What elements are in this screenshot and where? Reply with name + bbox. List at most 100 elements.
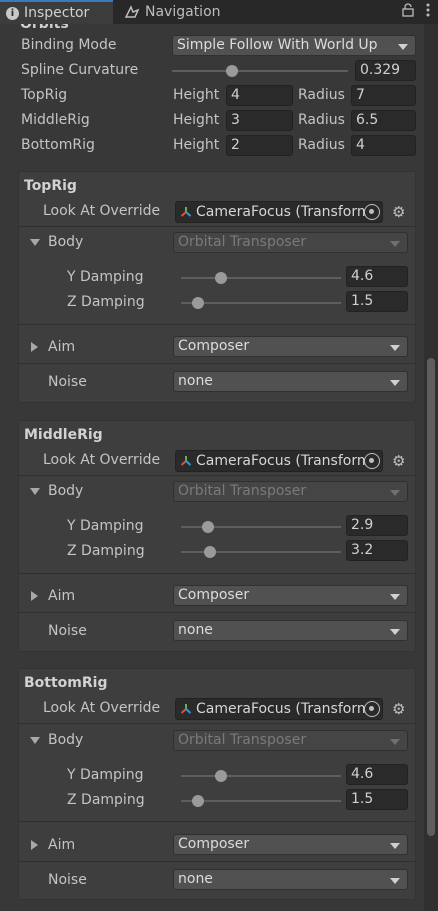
noise-dropdown[interactable]: none [173,371,408,392]
middle-rig-radius-field[interactable]: 6.5 [351,110,416,131]
chevron-down-icon [390,739,400,745]
divider [18,573,416,574]
radius-label: Radius [298,87,345,103]
z-damping-slider-knob[interactable] [192,297,204,309]
y-damping-label: Y Damping [67,518,144,534]
z-damping-label: Z Damping [67,543,145,559]
spline-slider-track[interactable] [172,70,348,72]
scrollbar-thumb[interactable] [427,358,435,836]
gear-icon[interactable]: ⚙ [392,454,405,469]
aim-value: Composer [178,338,250,354]
spline-curvature-label: Spline Curvature [21,62,139,78]
binding-mode-dropdown[interactable]: Simple Follow With World Up [172,35,416,56]
vertical-scrollbar[interactable] [424,24,438,911]
aim-foldout-arrow-icon[interactable] [31,840,38,850]
aim-foldout-arrow-icon[interactable] [31,591,38,601]
y-damping-field[interactable]: 4.6 [346,266,408,287]
tab-inspector-label: Inspector [24,5,90,21]
z-damping-slider-knob[interactable] [204,546,216,558]
aim-dropdown[interactable]: Composer [173,585,408,606]
rig-title: TopRig [24,178,77,194]
rig-title: BottomRig [24,675,108,691]
aim-dropdown[interactable]: Composer [173,834,408,855]
noise-label: Noise [48,872,87,888]
transform-icon [180,207,192,217]
body-foldout-arrow-icon[interactable] [30,737,40,744]
orbit-row-label: BottomRig [21,137,95,153]
z-damping-slider-track[interactable] [181,302,341,304]
z-damping-field[interactable]: 3.2 [346,540,408,561]
chevron-down-icon [390,629,400,635]
z-damping-field[interactable]: 1.5 [346,291,408,312]
aim-value: Composer [178,587,250,603]
body-value: Orbital Transposer [178,483,307,499]
aim-label[interactable]: Aim [48,339,75,355]
gear-icon[interactable]: ⚙ [392,702,405,717]
aim-label[interactable]: Aim [48,837,75,853]
object-picker-icon[interactable] [364,204,380,220]
body-foldout-arrow-icon[interactable] [30,488,40,495]
top-rig-radius-field[interactable]: 7 [351,85,416,106]
look-at-override-field[interactable]: CameraFocus (Transform) [175,201,383,223]
y-damping-label: Y Damping [67,767,144,783]
y-damping-slider-knob[interactable] [215,272,227,284]
bottom-rig-height-field[interactable]: 2 [226,135,293,156]
z-damping-slider-knob[interactable] [192,795,204,807]
body-dropdown: Orbital Transposer [173,481,408,502]
transform-icon [180,704,192,714]
aim-label[interactable]: Aim [48,588,75,604]
noise-value: none [178,622,213,638]
object-picker-icon[interactable] [364,453,380,469]
spline-slider-knob[interactable] [226,65,238,77]
bottom-rig-radius-field[interactable]: 4 [351,135,416,156]
y-damping-label: Y Damping [67,269,144,285]
look-at-override-field[interactable]: CameraFocus (Transform) [175,450,383,472]
body-value: Orbital Transposer [178,234,307,250]
y-damping-slider-knob[interactable] [202,521,214,533]
tab-navigation[interactable]: Navigation [124,0,221,24]
aim-dropdown[interactable]: Composer [173,336,408,357]
divider [18,475,416,476]
inspector-content: Orbits Binding Mode Simple Follow With W… [0,24,424,911]
chevron-down-icon [390,345,400,351]
middle-rig-height-field[interactable]: 3 [226,110,293,131]
look-at-override-value: CameraFocus (Transform) [196,453,376,469]
orbit-row-label: MiddleRig [21,112,90,128]
y-damping-slider-track[interactable] [181,775,341,777]
window-tab-bar: i Inspector Navigation [0,0,438,24]
y-damping-slider-knob[interactable] [215,770,227,782]
tab-tools [402,2,430,22]
look-at-override-label: Look At Override [43,203,161,219]
spline-curvature-field[interactable]: 0.329 [355,60,416,81]
orbit-row-label: TopRig [21,87,68,103]
z-damping-slider-track[interactable] [181,800,341,802]
height-label: Height [173,87,220,103]
top-rig-height-field[interactable]: 4 [226,85,293,106]
divider [18,723,416,724]
look-at-override-field[interactable]: CameraFocus (Transform) [175,698,383,720]
body-label[interactable]: Body [48,483,83,499]
z-damping-field[interactable]: 1.5 [346,789,408,810]
object-picker-icon[interactable] [364,701,380,717]
body-label[interactable]: Body [48,732,83,748]
noise-dropdown[interactable]: none [173,869,408,890]
radius-label: Radius [298,112,345,128]
y-damping-field[interactable]: 2.9 [346,515,408,536]
lock-icon[interactable] [402,3,414,21]
z-damping-label: Z Damping [67,294,145,310]
body-foldout-arrow-icon[interactable] [30,239,40,246]
height-label: Height [173,137,220,153]
divider [18,612,416,613]
noise-dropdown[interactable]: none [173,620,408,641]
kebab-menu-icon[interactable] [426,3,430,21]
noise-label: Noise [48,374,87,390]
body-label[interactable]: Body [48,234,83,250]
noise-label: Noise [48,623,87,639]
divider [18,363,416,364]
transform-icon [180,456,192,466]
gear-icon[interactable]: ⚙ [392,205,405,220]
y-damping-slider-track[interactable] [181,277,341,279]
aim-foldout-arrow-icon[interactable] [31,342,38,352]
y-damping-field[interactable]: 4.6 [346,764,408,785]
tab-inspector[interactable]: i Inspector [0,0,113,24]
